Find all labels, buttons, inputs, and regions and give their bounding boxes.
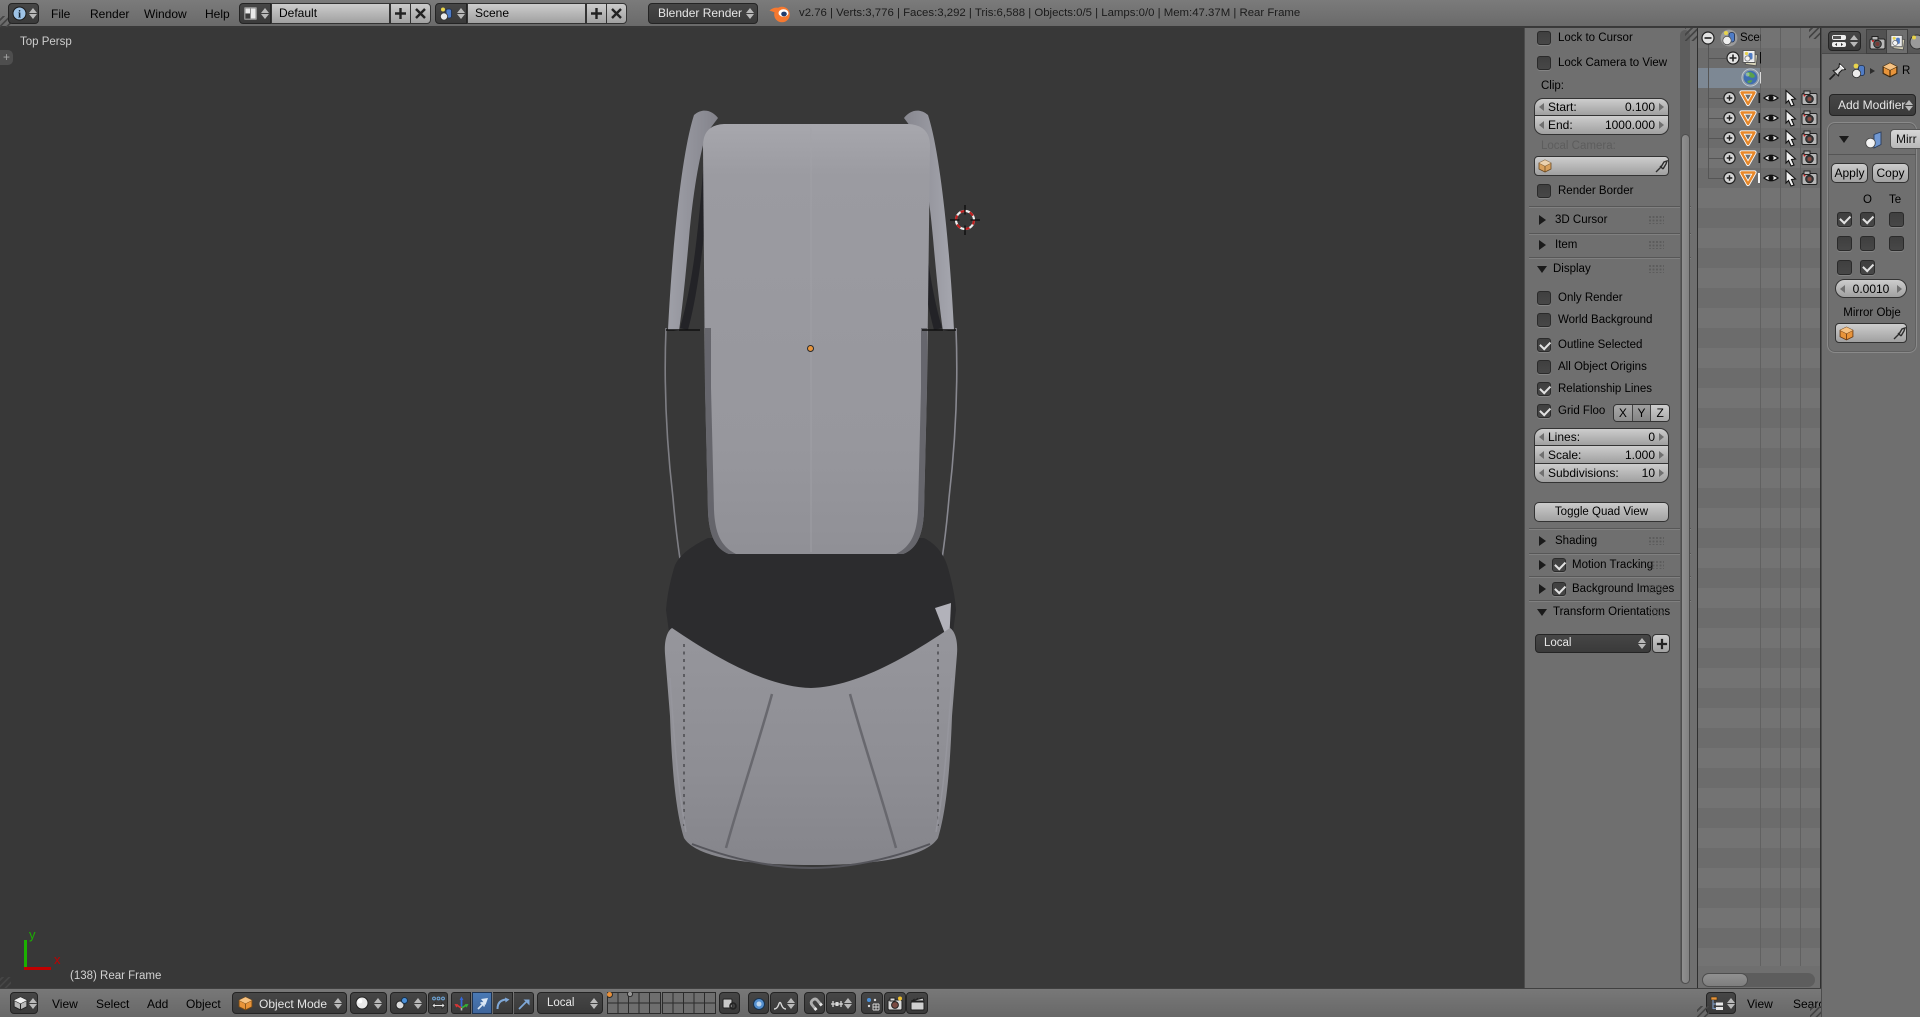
svg-text:i: i: [18, 9, 21, 21]
